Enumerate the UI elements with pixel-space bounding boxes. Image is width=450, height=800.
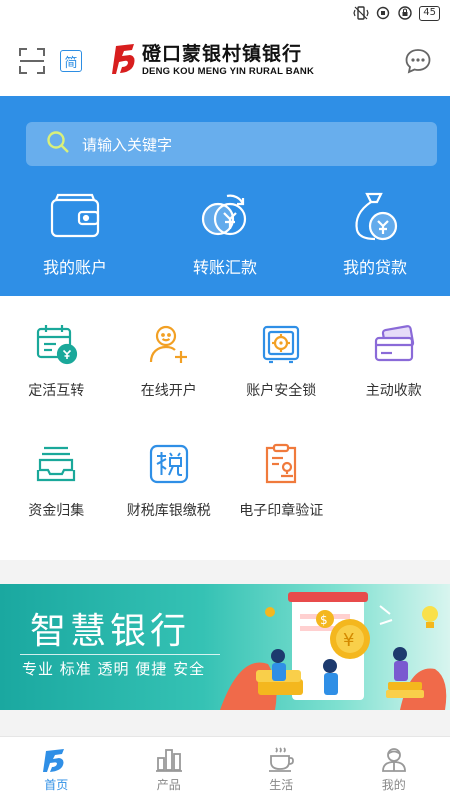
service-row: 定活互转 在线开户 账户安全锁 主动收款 [0, 318, 450, 438]
tab-mine[interactable]: 我的 [338, 737, 450, 800]
search-input[interactable]: 请输入关键字 [26, 122, 437, 166]
quick-action-my-account[interactable]: 我的账户 [0, 188, 150, 278]
service-label: 电子印章验证 [239, 503, 324, 519]
wallet-icon [47, 188, 103, 244]
service-label: 资金归集 [28, 503, 85, 519]
service-account-lock[interactable]: 账户安全锁 [225, 318, 338, 438]
loan-bag-icon [347, 188, 403, 244]
search-icon [46, 130, 70, 158]
banner-tagline: 专业 标准 透明 便捷 安全 [22, 660, 206, 678]
alarm-icon [375, 6, 391, 20]
section-divider [0, 710, 450, 736]
seal-icon [259, 442, 303, 486]
service-grid: 定活互转 在线开户 账户安全锁 主动收款 资金归集 财税库银缴税 电子印章验证 [0, 318, 450, 558]
service-label: 财税库银缴税 [126, 503, 211, 519]
tab-label: 产品 [156, 778, 181, 792]
banner-illustration: ¥ $ [220, 592, 447, 710]
bank-logo-icon [112, 42, 138, 80]
service-label: 定活互转 [28, 383, 85, 399]
tab-label: 我的 [381, 778, 406, 792]
svg-text:$: $ [320, 613, 328, 627]
service-tax-payment[interactable]: 财税库银缴税 [113, 438, 226, 558]
scan-icon[interactable] [18, 47, 46, 75]
service-e-seal-verify[interactable]: 电子印章验证 [225, 438, 338, 558]
svg-text:¥: ¥ [343, 630, 354, 651]
transfer-icon [197, 188, 253, 244]
tab-life[interactable]: 生活 [225, 737, 338, 800]
app-header: 简 磴口蒙银村镇银行 DENG KOU MENG YIN RURAL BANK [0, 26, 450, 96]
service-fixed-demand-transfer[interactable]: 定活互转 [0, 318, 113, 438]
quick-action-my-loan[interactable]: 我的贷款 [300, 188, 450, 278]
service-active-collection[interactable]: 主动收款 [338, 318, 450, 438]
bank-name-cn: 磴口蒙银村镇银行 [142, 43, 303, 66]
quick-actions: 我的账户 转账汇款 我的贷款 [0, 188, 450, 278]
banner-title: 智慧银行 [30, 611, 191, 652]
banner-divider [20, 654, 220, 655]
bank-brand: 磴口蒙银村镇银行 DENG KOU MENG YIN RURAL BANK [112, 42, 314, 80]
lock-icon [397, 6, 413, 20]
quick-action-label: 我的账户 [42, 258, 107, 277]
home-icon [42, 745, 70, 773]
tab-label: 首页 [44, 778, 69, 792]
section-divider [0, 560, 450, 584]
tab-label: 生活 [269, 778, 294, 792]
safe-icon [259, 322, 303, 366]
card-icon [372, 322, 416, 366]
tax-icon [147, 442, 191, 486]
calendar-yuan-icon [34, 322, 78, 366]
quick-action-label: 转账汇款 [192, 258, 257, 277]
service-fund-pooling[interactable]: 资金归集 [0, 438, 113, 558]
product-chart-icon [155, 745, 183, 773]
simplified-chinese-toggle[interactable]: 简 [60, 50, 82, 72]
tab-home[interactable]: 首页 [0, 737, 113, 800]
promo-banner[interactable]: 智慧银行 专业 标准 透明 便捷 安全 ¥ $ [0, 584, 450, 710]
battery-level: 45 [419, 5, 440, 21]
cup-icon [267, 745, 295, 773]
service-online-account[interactable]: 在线开户 [113, 318, 226, 438]
tab-products[interactable]: 产品 [113, 737, 226, 800]
service-label: 主动收款 [365, 383, 422, 399]
profile-icon [380, 745, 408, 773]
status-bar: 45 [0, 0, 450, 26]
account-summary-panel: 请输入关键字 我的账户 转账汇款 我的贷款 [0, 96, 450, 296]
quick-action-label: 我的贷款 [342, 258, 407, 277]
vibrate-icon [353, 6, 369, 20]
service-row: 资金归集 财税库银缴税 电子印章验证 [0, 438, 450, 558]
bank-name-en: DENG KOU MENG YIN RURAL BANK [142, 66, 315, 78]
message-icon[interactable] [404, 47, 432, 75]
service-label: 账户安全锁 [246, 383, 317, 399]
add-user-icon [147, 322, 191, 366]
tray-icon [34, 442, 78, 486]
quick-action-transfer[interactable]: 转账汇款 [150, 188, 300, 278]
bottom-tab-bar: 首页 产品 生活 我的 [0, 736, 450, 800]
service-label: 在线开户 [140, 383, 197, 399]
search-placeholder: 请输入关键字 [82, 135, 173, 154]
